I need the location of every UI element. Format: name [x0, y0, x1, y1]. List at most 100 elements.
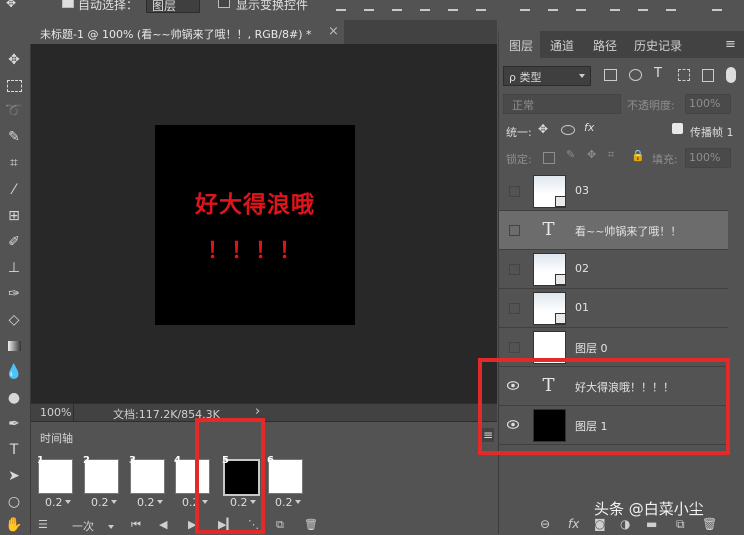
filter-adjustment-icon[interactable]	[629, 69, 642, 81]
distribute-right-icon[interactable]	[666, 0, 676, 11]
align-right-icon[interactable]	[476, 0, 486, 11]
add-mask-icon[interactable]: ◙	[594, 517, 606, 531]
chevron-down-icon[interactable]	[111, 500, 117, 504]
panel-menu-icon[interactable]: ≡	[725, 37, 736, 52]
brush-tool-icon[interactable]: ✐	[3, 232, 25, 252]
frame-duration[interactable]: 0.2	[91, 496, 109, 509]
auto-align-icon[interactable]	[712, 0, 722, 11]
crop-tool-icon[interactable]: ⌗	[3, 153, 25, 173]
tab-layers[interactable]: 图层	[509, 37, 533, 54]
filter-toggle-icon[interactable]	[726, 67, 736, 83]
lock-artboard-icon[interactable]: ⌗	[608, 148, 614, 162]
visibility-toggle[interactable]	[509, 342, 520, 353]
stamp-tool-icon[interactable]: ⊥	[3, 258, 25, 278]
unify-position-icon[interactable]: ✥	[538, 122, 548, 136]
zoom-level[interactable]: 100%	[40, 406, 71, 419]
filter-smart-object-icon[interactable]	[702, 69, 714, 82]
marquee-tool-icon[interactable]	[3, 76, 25, 96]
move-tool-icon[interactable]: ✥	[6, 0, 16, 10]
move-tool-icon[interactable]: ✥	[3, 50, 25, 70]
layer-name[interactable]: 图层 0	[575, 340, 608, 356]
layer-filter-select[interactable]: ρ 类型	[503, 66, 591, 86]
unify-visibility-icon[interactable]	[561, 125, 575, 135]
adjustment-layer-icon[interactable]: ◑	[620, 517, 630, 531]
animation-frame[interactable]: 6 0.2	[265, 455, 307, 513]
type-tool-icon[interactable]: T	[3, 440, 25, 460]
lock-image-icon[interactable]: ✎	[566, 148, 575, 161]
lock-transparent-icon[interactable]	[543, 152, 555, 164]
layer-name[interactable]: 01	[575, 301, 589, 314]
distribute-bottom-icon[interactable]	[576, 0, 586, 11]
chevron-down-icon[interactable]	[295, 500, 301, 504]
convert-to-frames-icon[interactable]: ☰	[38, 518, 48, 531]
timeline-tab[interactable]: 时间轴	[31, 422, 83, 450]
delete-frame-icon[interactable]: 🗑	[304, 518, 318, 531]
align-bottom-icon[interactable]	[392, 0, 402, 11]
lock-position-icon[interactable]: ✥	[587, 148, 596, 161]
frame-duration[interactable]: 0.2	[275, 496, 293, 509]
quick-select-tool-icon[interactable]: ✎	[3, 127, 25, 147]
auto-select-dropdown[interactable]: 图层	[146, 0, 200, 13]
animation-frame[interactable]: 1 0.2	[35, 455, 77, 513]
close-tab-icon[interactable]: ×	[328, 24, 339, 39]
frame-duration[interactable]: 0.2	[45, 496, 63, 509]
layer-row[interactable]: 01	[499, 289, 728, 328]
first-frame-icon[interactable]: ⏮	[131, 518, 141, 532]
frame-duration[interactable]: 0.2	[137, 496, 155, 509]
distribute-top-icon[interactable]	[520, 0, 530, 11]
blend-mode-select[interactable]: 正常	[503, 94, 621, 114]
layer-name[interactable]: 03	[575, 184, 589, 197]
ellipse-tool-icon[interactable]: ○	[3, 492, 25, 512]
gradient-tool-icon[interactable]	[3, 336, 25, 356]
distribute-left-icon[interactable]	[610, 0, 620, 11]
new-group-icon[interactable]: ▬	[646, 517, 657, 531]
document-canvas[interactable]: 好大得浪哦 ！！！！	[155, 125, 355, 325]
history-brush-tool-icon[interactable]: ✑	[3, 284, 25, 304]
unify-style-icon[interactable]: fx	[584, 121, 594, 134]
align-top-icon[interactable]	[336, 0, 346, 11]
chevron-down-icon[interactable]	[65, 500, 71, 504]
visibility-toggle[interactable]	[509, 303, 520, 314]
healing-brush-tool-icon[interactable]: ⊞	[3, 206, 25, 226]
fill-input[interactable]: 100%	[685, 148, 731, 168]
propagate-frame-checkbox[interactable]	[672, 123, 683, 134]
filter-type-icon[interactable]: T	[654, 66, 662, 81]
eyedropper-tool-icon[interactable]: ⁄	[3, 180, 25, 200]
visibility-toggle[interactable]	[509, 264, 520, 275]
status-menu-arrow[interactable]: ›	[255, 404, 260, 419]
layer-style-icon[interactable]: fx	[568, 517, 579, 531]
auto-select-checkbox[interactable]	[62, 0, 74, 8]
hand-tool-icon[interactable]: ✋	[3, 515, 25, 535]
lasso-tool-icon[interactable]: ➰	[3, 101, 25, 121]
pen-tool-icon[interactable]: ✒	[3, 414, 25, 434]
new-layer-icon[interactable]: ⧉	[676, 517, 685, 532]
tab-history[interactable]: 历史记录	[634, 37, 682, 54]
eraser-tool-icon[interactable]: ◇	[3, 310, 25, 330]
align-hcenter-icon[interactable]	[448, 0, 458, 11]
distribute-hcenter-icon[interactable]	[638, 0, 648, 11]
distribute-vcenter-icon[interactable]	[548, 0, 558, 11]
layer-name[interactable]: 看~~帅锅来了哦！！	[575, 223, 681, 239]
filter-pixel-icon[interactable]	[604, 69, 617, 81]
loop-options-select[interactable]: 一次	[72, 518, 114, 534]
lock-all-icon[interactable]: 🔒	[631, 149, 645, 162]
visibility-toggle[interactable]	[509, 225, 520, 236]
link-layers-icon[interactable]: ⊖	[540, 517, 550, 531]
tab-channels[interactable]: 通道	[550, 37, 574, 54]
animation-frame[interactable]: 2 0.2	[81, 455, 123, 513]
align-vcenter-icon[interactable]	[364, 0, 374, 11]
delete-layer-icon[interactable]: 🗑	[702, 517, 717, 531]
layer-row[interactable]: 02	[499, 250, 728, 289]
animation-frame[interactable]: 3 0.2	[127, 455, 169, 513]
duplicate-frame-icon[interactable]: ⧉	[276, 518, 284, 532]
layer-row[interactable]: 03	[499, 172, 728, 211]
blur-tool-icon[interactable]: 💧	[3, 362, 25, 382]
filter-shape-icon[interactable]	[678, 69, 690, 81]
visibility-toggle[interactable]	[509, 186, 520, 197]
show-transform-checkbox[interactable]	[218, 0, 230, 8]
document-tab[interactable]: 未标题-1 @ 100% (看~~帅锅来了哦！！, RGB/8#) * ×	[31, 20, 344, 44]
tab-paths[interactable]: 路径	[593, 37, 617, 54]
dodge-tool-icon[interactable]: ●	[3, 388, 25, 408]
layer-row[interactable]: T 看~~帅锅来了哦！！	[499, 211, 728, 250]
previous-frame-icon[interactable]: ◀	[159, 518, 167, 531]
